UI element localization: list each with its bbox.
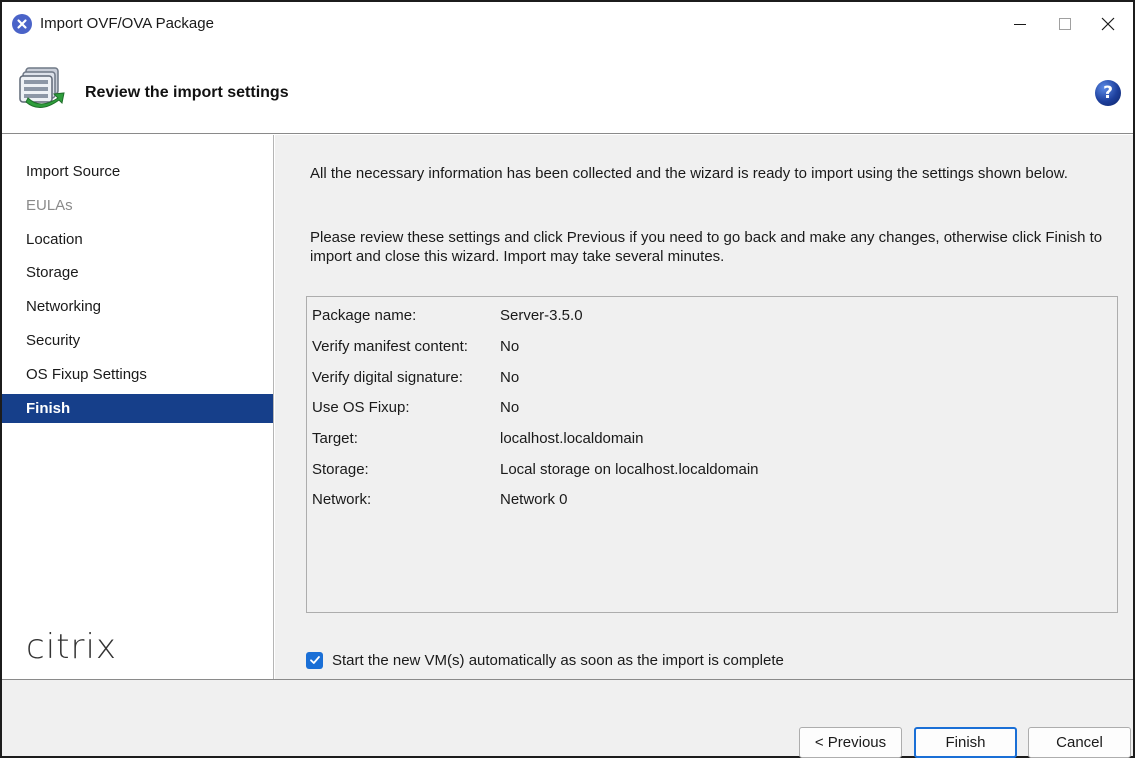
citrix-logo: citrix — [26, 627, 118, 667]
setting-label: Use OS Fixup: — [312, 399, 410, 416]
sidebar-item-import-source[interactable]: Import Source — [2, 157, 273, 186]
sidebar-item-os-fixup-settings[interactable]: OS Fixup Settings — [2, 360, 273, 389]
sidebar-item-location[interactable]: Location — [2, 225, 273, 254]
sidebar-item-security[interactable]: Security — [2, 326, 273, 355]
close-icon — [1101, 17, 1115, 31]
setting-label: Package name: — [312, 307, 417, 324]
import-ovf-window: Import OVF/OVA Package Review the import… — [0, 0, 1135, 758]
minimize-icon — [1014, 24, 1026, 25]
vm-import-icon — [19, 67, 65, 108]
sidebar-item-finish[interactable]: Finish — [2, 394, 273, 423]
instructions-text: Please review these settings and click P… — [310, 229, 1103, 265]
start-vm-label[interactable]: Start the new VM(s) automatically as soo… — [332, 652, 784, 669]
sidebar-item-storage[interactable]: Storage — [2, 258, 273, 287]
setting-value: No — [500, 338, 520, 355]
setting-label: Verify manifest content: — [312, 338, 468, 355]
wizard-footer: < Previous Finish Cancel — [2, 679, 1133, 758]
setting-label: Target: — [312, 430, 358, 447]
window-title: Import OVF/OVA Package — [40, 15, 214, 32]
maximize-icon — [1059, 18, 1071, 30]
setting-value: No — [500, 399, 520, 416]
app-icon — [12, 14, 32, 34]
intro-text: All the necessary information has been c… — [310, 165, 1068, 182]
close-button[interactable] — [1085, 6, 1131, 42]
minimize-button[interactable] — [997, 6, 1043, 42]
setting-value: Local storage on localhost.localdomain — [500, 461, 759, 478]
page-title: Review the import settings — [85, 84, 289, 101]
start-vm-option[interactable]: Start the new VM(s) automatically as soo… — [306, 649, 784, 671]
settings-summary: Package name: Server-3.5.0 Verify manife… — [306, 296, 1118, 613]
sidebar-item-networking[interactable]: Networking — [2, 292, 273, 321]
finish-button[interactable]: Finish — [914, 727, 1017, 758]
wizard-header: Review the import settings ? — [2, 46, 1133, 134]
previous-button[interactable]: < Previous — [799, 727, 902, 758]
wizard-steps-sidebar: Import Source EULAs Location Storage Net… — [2, 135, 274, 679]
maximize-button[interactable] — [1042, 6, 1088, 42]
checkmark-icon — [309, 656, 320, 664]
start-vm-checkbox[interactable] — [306, 651, 323, 669]
setting-label: Storage: — [312, 461, 369, 478]
setting-value: Server-3.5.0 — [500, 307, 583, 324]
setting-value: Network 0 — [500, 491, 568, 508]
setting-label: Network: — [312, 491, 372, 508]
help-icon[interactable]: ? — [1095, 80, 1121, 106]
setting-value: No — [500, 369, 520, 386]
setting-label: Verify digital signature: — [312, 369, 463, 386]
main-content: All the necessary information has been c… — [275, 135, 1133, 679]
cancel-button[interactable]: Cancel — [1028, 727, 1131, 758]
setting-value: localhost.localdomain — [500, 430, 644, 447]
title-bar[interactable]: Import OVF/OVA Package — [2, 2, 1133, 46]
sidebar-item-eulas: EULAs — [26, 197, 73, 214]
